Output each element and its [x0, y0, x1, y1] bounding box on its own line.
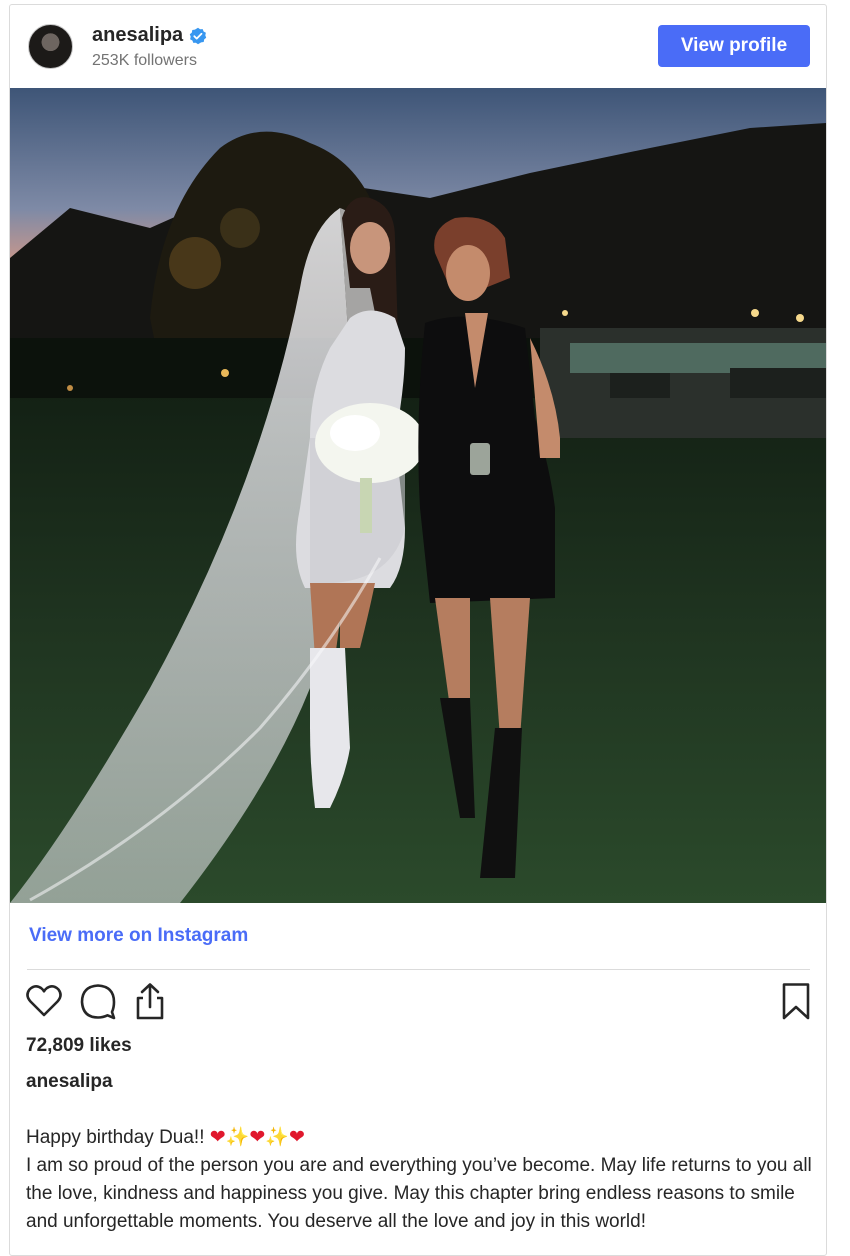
username-row: anesalipa	[92, 24, 207, 47]
sparkles-emoji: ✨	[225, 1127, 250, 1148]
view-more-on-instagram-link[interactable]: View more on Instagram	[29, 925, 248, 947]
share-icon[interactable]	[130, 981, 170, 1021]
post-header: anesalipa 253K followers View profile	[10, 5, 826, 87]
divider	[27, 969, 810, 970]
instagram-embed-card: anesalipa 253K followers View profile Vi…	[9, 4, 827, 1256]
profile-avatar[interactable]	[28, 24, 73, 69]
like-count[interactable]: 72,809 likes	[26, 1035, 132, 1057]
caption-greeting: Happy birthday Dua!!	[26, 1127, 205, 1148]
heart-icon[interactable]	[24, 981, 64, 1021]
caption-body: I am so proud of the person you are and …	[26, 1155, 812, 1232]
verified-badge-icon	[189, 27, 207, 45]
post-photo[interactable]	[10, 88, 826, 903]
action-bar	[24, 981, 814, 1025]
view-profile-button[interactable]: View profile	[658, 25, 810, 67]
username[interactable]: anesalipa	[92, 24, 183, 47]
red-heart-emoji: ❤	[249, 1127, 266, 1148]
bookmark-icon[interactable]	[776, 981, 816, 1021]
caption-username[interactable]: anesalipa	[26, 1071, 113, 1093]
follower-count: 253K followers	[92, 52, 197, 69]
caption-first-line: Happy birthday Dua!! ❤✨❤✨❤	[26, 1124, 816, 1152]
red-heart-emoji: ❤	[288, 1127, 305, 1148]
red-heart-emoji: ❤	[209, 1127, 226, 1148]
post-photo-illustration	[10, 88, 826, 903]
sparkles-emoji: ✨	[265, 1127, 289, 1148]
post-caption: Happy birthday Dua!! ❤✨❤✨❤ I am so proud…	[26, 1124, 816, 1236]
comment-icon[interactable]	[78, 981, 118, 1021]
